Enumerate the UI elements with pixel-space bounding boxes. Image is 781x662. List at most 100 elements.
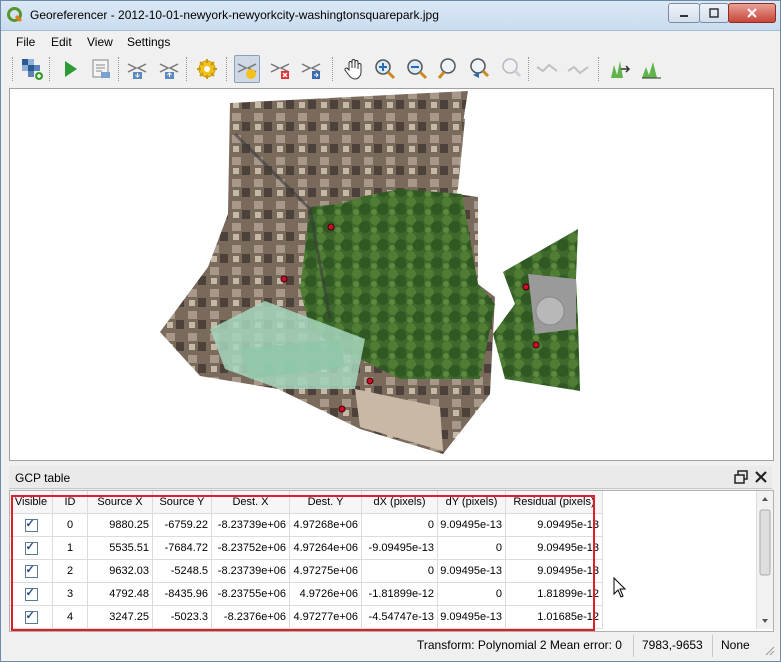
- link-qgis-to-georeferencer-button[interactable]: [565, 55, 591, 83]
- gcp-table-title: GCP table: [15, 471, 71, 485]
- close-dock-icon[interactable]: [754, 470, 768, 484]
- local-histogram-stretch-icon: [642, 62, 661, 79]
- gcp-point[interactable]: [338, 405, 346, 413]
- close-button[interactable]: [728, 3, 776, 23]
- cell-dest-x[interactable]: -8.23755e+06: [211, 582, 290, 606]
- table-row[interactable]: 3 4792.48 -8435.96 -8.23755e+06 4.9726e+…: [10, 582, 603, 606]
- zoom-in-button[interactable]: [372, 55, 398, 83]
- cell-source-x[interactable]: 3247.25: [87, 605, 153, 629]
- move-gcp-point-button[interactable]: [298, 55, 324, 83]
- resize-grip-icon[interactable]: [763, 644, 775, 656]
- visible-checkbox[interactable]: [24, 563, 38, 578]
- menu-view[interactable]: View: [87, 35, 113, 49]
- gcp-point[interactable]: [366, 377, 374, 385]
- cell-dest-x[interactable]: -8.2376e+06: [211, 605, 290, 629]
- pan-button[interactable]: [341, 55, 367, 83]
- maximize-button[interactable]: [699, 3, 729, 23]
- cell-dest-y[interactable]: 4.9726e+06: [289, 582, 362, 606]
- cell-source-x[interactable]: 5535.51: [87, 536, 153, 560]
- cell-source-x[interactable]: 4792.48: [87, 582, 153, 606]
- zoom-out-icon: [407, 59, 428, 80]
- column-header-dest-y[interactable]: Dest. Y: [289, 491, 362, 514]
- gcp-table-panel: Visible ID Source X Source Y Dest. X Des…: [9, 490, 774, 632]
- full-histogram-stretch-button[interactable]: [607, 55, 633, 83]
- open-raster-button[interactable]: [19, 55, 45, 83]
- load-gcp-points-icon: [127, 63, 147, 79]
- cell-dest-x[interactable]: -8.23752e+06: [211, 536, 290, 560]
- cell-source-y[interactable]: -5023.3: [152, 605, 212, 629]
- menu-file[interactable]: File: [16, 35, 35, 49]
- cell-source-y[interactable]: -8435.96: [152, 582, 212, 606]
- georeferenced-aerial-image: [160, 91, 580, 454]
- zoom-in-icon: [375, 59, 396, 80]
- save-gcp-points-icon: [159, 63, 179, 79]
- cell-dx: 0: [361, 559, 438, 583]
- column-header-visible[interactable]: Visible: [10, 491, 53, 514]
- cell-dy: 9.09495e-13: [437, 513, 506, 537]
- delete-point-button[interactable]: [267, 55, 293, 83]
- cell-dy: 0: [437, 536, 506, 560]
- column-header-dy[interactable]: dY (pixels): [437, 491, 506, 514]
- cell-dx: -9.09495e-13: [361, 536, 438, 560]
- cell-residual: 9.09495e-13: [505, 559, 603, 583]
- link-georeferencer-to-qgis-button[interactable]: [534, 55, 560, 83]
- gcp-point[interactable]: [280, 275, 288, 283]
- gcp-point[interactable]: [327, 223, 335, 231]
- mouse-cursor-icon: [613, 577, 627, 598]
- cell-dest-y[interactable]: 4.97264e+06: [289, 536, 362, 560]
- column-header-id[interactable]: ID: [52, 491, 88, 514]
- zoom-out-button[interactable]: [404, 55, 430, 83]
- cell-dest-x[interactable]: -8.23739e+06: [211, 559, 290, 583]
- gcp-table-dock-header: GCP table: [9, 466, 772, 489]
- add-point-button[interactable]: [234, 55, 260, 83]
- transformation-settings-button[interactable]: [194, 55, 220, 83]
- gcp-point[interactable]: [532, 341, 540, 349]
- load-gcp-points-button[interactable]: [124, 55, 150, 83]
- cell-source-x[interactable]: 9880.25: [87, 513, 153, 537]
- cell-dy: 9.09495e-13: [437, 605, 506, 629]
- cell-dest-y[interactable]: 4.97268e+06: [289, 513, 362, 537]
- minimize-button[interactable]: [668, 3, 700, 23]
- table-row[interactable]: 0 9880.25 -6759.22 -8.23739e+06 4.97268e…: [10, 513, 603, 537]
- map-canvas[interactable]: [9, 88, 774, 461]
- cell-source-y[interactable]: -5248.5: [152, 559, 212, 583]
- cell-dx: 0: [361, 513, 438, 537]
- local-histogram-stretch-button[interactable]: [638, 55, 664, 83]
- column-header-residual[interactable]: Residual (pixels): [505, 491, 603, 514]
- column-header-dest-x[interactable]: Dest. X: [211, 491, 290, 514]
- crs-status[interactable]: None: [721, 638, 750, 652]
- gcp-point[interactable]: [522, 283, 530, 291]
- cell-dest-y[interactable]: 4.97275e+06: [289, 559, 362, 583]
- table-row[interactable]: 4 3247.25 -5023.3 -8.2376e+06 4.97277e+0…: [10, 605, 603, 629]
- close-icon: [747, 8, 757, 18]
- float-dock-icon[interactable]: [734, 470, 748, 484]
- visible-checkbox[interactable]: [24, 517, 38, 532]
- cell-source-x[interactable]: 9632.03: [87, 559, 153, 583]
- zoom-last-button[interactable]: [466, 55, 492, 83]
- menu-settings[interactable]: Settings: [127, 35, 170, 49]
- cell-source-y[interactable]: -6759.22: [152, 513, 212, 537]
- zoom-to-layer-button[interactable]: [435, 55, 461, 83]
- zoom-next-button[interactable]: [498, 55, 524, 83]
- menu-edit[interactable]: Edit: [51, 35, 72, 49]
- visible-checkbox[interactable]: [24, 586, 38, 601]
- generate-gdal-script-icon: [92, 59, 110, 78]
- start-georeferencing-button[interactable]: [57, 55, 83, 83]
- column-header-source-x[interactable]: Source X: [87, 491, 153, 514]
- vertical-scrollbar[interactable]: [756, 491, 773, 629]
- column-header-source-y[interactable]: Source Y: [152, 491, 212, 514]
- cell-residual: 1.81899e-12: [505, 582, 603, 606]
- table-row[interactable]: 1 5535.51 -7684.72 -8.23752e+06 4.97264e…: [10, 536, 603, 560]
- cell-dest-x[interactable]: -8.23739e+06: [211, 513, 290, 537]
- visible-checkbox[interactable]: [24, 540, 38, 555]
- column-header-dx[interactable]: dX (pixels): [361, 491, 438, 514]
- visible-checkbox[interactable]: [24, 609, 38, 624]
- table-row[interactable]: 2 9632.03 -5248.5 -8.23739e+06 4.97275e+…: [10, 559, 603, 583]
- generate-gdal-script-button[interactable]: [88, 55, 114, 83]
- cell-source-y[interactable]: -7684.72: [152, 536, 212, 560]
- cell-dest-y[interactable]: 4.97277e+06: [289, 605, 362, 629]
- cell-dy: 0: [437, 582, 506, 606]
- cell-dy: 9.09495e-13: [437, 559, 506, 583]
- save-gcp-points-button[interactable]: [156, 55, 182, 83]
- cell-id: 0: [52, 513, 88, 537]
